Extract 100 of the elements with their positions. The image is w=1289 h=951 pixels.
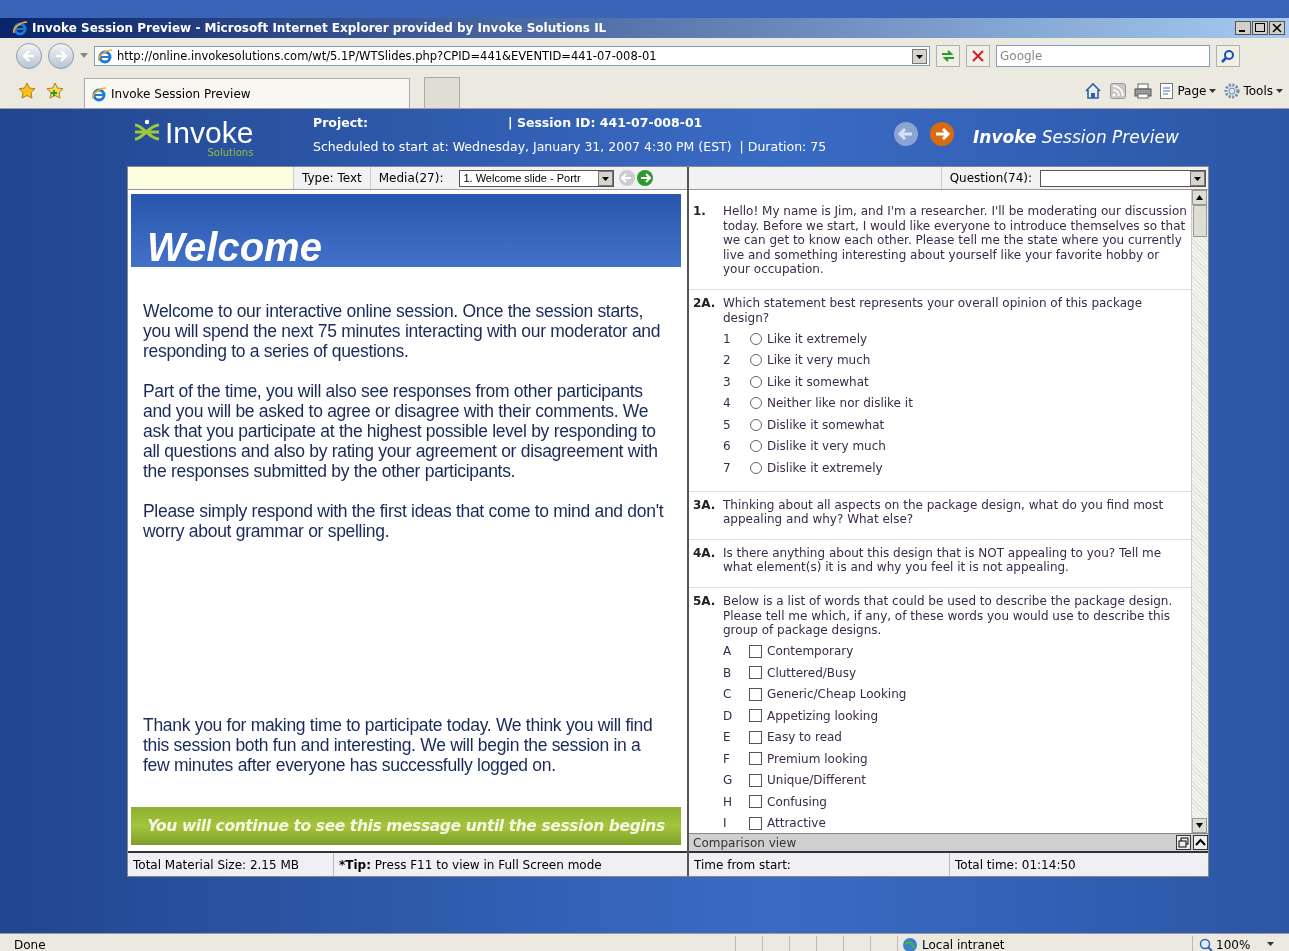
printer-icon[interactable]	[1134, 83, 1153, 99]
collapse-icon[interactable]	[1193, 835, 1208, 850]
project-label: Project:	[313, 117, 370, 130]
checkbox[interactable]	[749, 752, 763, 767]
question-number: 3A.	[693, 497, 717, 514]
page-icon	[97, 48, 113, 64]
checkbox[interactable]	[749, 644, 763, 659]
radio-button[interactable]	[749, 374, 763, 389]
back-button[interactable]	[16, 43, 42, 69]
radio-button[interactable]	[749, 353, 763, 368]
document-icon	[1160, 83, 1175, 99]
zone-text: Local intranet	[922, 937, 1005, 951]
feed-icon[interactable]	[1110, 83, 1127, 99]
type-label: Type: Text	[293, 167, 370, 189]
checkbox[interactable]	[749, 816, 763, 831]
option-label: Like it very much	[767, 353, 871, 368]
command-button[interactable]: Tools	[1224, 83, 1283, 99]
tip-label: *Tip:	[339, 857, 371, 872]
search-button[interactable]	[1216, 45, 1240, 67]
refresh-arrows-icon	[940, 49, 956, 63]
option-key: F	[723, 751, 749, 767]
option-key: 7	[723, 460, 749, 476]
close-icon	[972, 50, 984, 62]
question-text: Hello! My name is Jim, and I'm a researcher. I'll be moderating our discussion today. Before we start, I would like everyone to introduce themselves so that we can get to know each other. Please tell me the state where you currently live and something interesting about yourself like your favorite hobby or your occupation.	[723, 204, 1188, 277]
checkbox[interactable]	[749, 773, 763, 788]
option-key: C	[723, 687, 749, 702]
duration-text: | Duration: 75	[739, 140, 827, 153]
star-icon[interactable]	[18, 82, 36, 100]
option-label: Cluttered/Busy	[767, 665, 856, 681]
option-label: Like it extremely	[767, 331, 868, 347]
right-arrow-icon	[54, 49, 68, 63]
option-label: Confusing	[767, 794, 827, 810]
slide-paragraph: Please simply respond with the first ideas that come to mind and don't worry about grammar or spelling.	[143, 501, 665, 541]
app-logo-icon	[12, 20, 28, 36]
option-label: Appetizing looking	[767, 708, 879, 724]
option-label: Generic/Cheap Looking	[767, 687, 907, 702]
maximize-icon[interactable]	[1252, 21, 1268, 35]
search-field[interactable]: Google	[996, 45, 1210, 67]
option-key: 1	[723, 331, 749, 347]
browser-tab[interactable]: Invoke Session Preview	[84, 78, 410, 108]
refresh-button[interactable]	[936, 45, 960, 67]
zoom-icon	[1199, 937, 1213, 951]
window-title: Invoke Session Preview - Microsoft Internet Explorer provided by Invoke Solutions IL	[32, 21, 608, 35]
home-icon[interactable]	[1084, 82, 1103, 100]
add-star-icon[interactable]	[46, 82, 64, 100]
radio-button[interactable]	[749, 396, 763, 411]
stop-button[interactable]	[966, 45, 990, 67]
question-select[interactable]	[1040, 169, 1206, 187]
globe-icon	[902, 936, 918, 951]
checkbox[interactable]	[749, 795, 763, 810]
option-key: H	[723, 794, 749, 810]
option-key: 5	[723, 417, 749, 433]
option-label: Premium looking	[767, 751, 868, 767]
media-label: Media(27):	[369, 167, 452, 189]
radio-button[interactable]	[749, 331, 763, 346]
scrollbar[interactable]	[1191, 190, 1208, 833]
option-key: 3	[723, 374, 749, 390]
checkbox[interactable]	[749, 687, 763, 702]
search-icon	[1221, 49, 1235, 63]
comparison-view-label: Comparison view	[693, 835, 798, 850]
media-select[interactable]: 1. Welcome slide - Portr	[459, 169, 615, 187]
caret-icon[interactable]	[80, 53, 88, 59]
schedule-text: Scheduled to start at: Wednesday, January 31, 2007 4:30 PM (EST)	[313, 140, 732, 153]
question-number: 5A.	[693, 594, 717, 611]
checkbox[interactable]	[749, 709, 763, 724]
welcome-heading: Welcome	[131, 194, 681, 267]
total-time: Total time: 01:14:50	[949, 853, 1081, 876]
scrollbar-thumb[interactable]	[1193, 205, 1207, 237]
option-key: G	[723, 773, 749, 788]
question-number: 2A.	[693, 295, 717, 312]
tip-text: Press F11 to view in Full Screen mode	[374, 857, 602, 872]
option-label: Dislike it very much	[767, 439, 886, 454]
material-size: Total Material Size: 2.15 MB	[132, 856, 300, 874]
option-key: 6	[723, 439, 749, 454]
radio-button[interactable]	[749, 439, 763, 454]
time-from-start: Time from start:	[693, 856, 792, 874]
address-field[interactable]: http://online.invokesolutions.com/wt/5.1P/WTSlides.php?CPID=441&EVENTID=441-07-008-01	[94, 46, 930, 66]
question-text: Below is a list of words that could be used to describe the package design. Please tell me which, if any, of these words you would use to describe this group of package designs.	[723, 594, 1174, 638]
option-key: 2	[723, 353, 749, 368]
checkbox[interactable]	[749, 666, 763, 681]
left-arrow-icon	[22, 49, 36, 63]
option-label: Dislike it extremely	[767, 460, 883, 476]
option-key: E	[723, 730, 749, 745]
scroll-up-icon[interactable]	[1192, 190, 1207, 205]
close-icon[interactable]	[1269, 21, 1285, 35]
option-key: A	[723, 644, 749, 659]
radio-button[interactable]	[749, 460, 763, 475]
slide-paragraph: Welcome to our interactive online session. Once the session starts, you will spend the next 75 minutes interacting with our moderator and responding to a series of questions.	[143, 301, 662, 361]
restore-icon[interactable]	[1176, 835, 1191, 850]
gear-icon	[1224, 83, 1241, 99]
forward-button[interactable]	[48, 43, 74, 69]
scroll-down-icon[interactable]	[1192, 818, 1207, 833]
command-button[interactable]: Page	[1160, 83, 1217, 99]
session-id: | Session ID: 441-07-008-01	[508, 117, 703, 130]
question-number: 1.	[693, 204, 707, 220]
radio-button[interactable]	[749, 417, 763, 432]
option-label: Like it somewhat	[767, 374, 869, 390]
minimize-icon[interactable]	[1235, 21, 1251, 35]
checkbox[interactable]	[749, 730, 763, 745]
zoom-control[interactable]: 100%	[1192, 936, 1289, 951]
